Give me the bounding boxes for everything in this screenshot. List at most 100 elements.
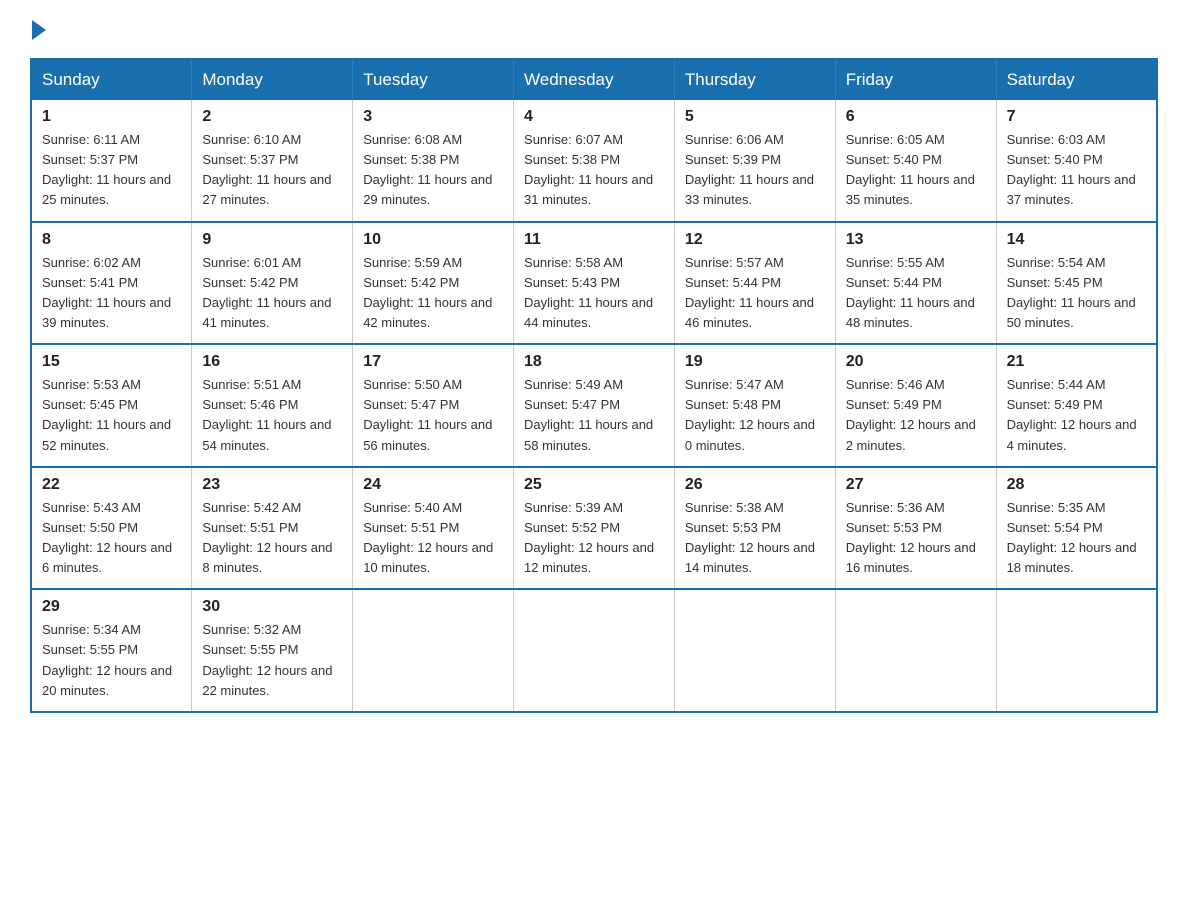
day-info: Sunrise: 5:53 AMSunset: 5:45 PMDaylight:… — [42, 375, 181, 456]
calendar-header-row: SundayMondayTuesdayWednesdayThursdayFrid… — [31, 59, 1157, 100]
calendar-cell — [835, 589, 996, 712]
calendar-cell: 3Sunrise: 6:08 AMSunset: 5:38 PMDaylight… — [353, 100, 514, 222]
day-info: Sunrise: 5:42 AMSunset: 5:51 PMDaylight:… — [202, 498, 342, 579]
day-info: Sunrise: 6:01 AMSunset: 5:42 PMDaylight:… — [202, 253, 342, 334]
calendar-cell: 1 Sunrise: 6:11 AMSunset: 5:37 PMDaylight… — [31, 100, 192, 222]
calendar-cell: 14 Sunrise: 5:54 AMSunset: 5:45 PMDayligh… — [996, 222, 1157, 345]
day-info: Sunrise: 5:34 AMSunset: 5:55 PMDaylight:… — [42, 620, 181, 701]
day-number: 11 — [524, 231, 664, 249]
day-info: Sunrise: 5:54 AMSunset: 5:45 PMDaylight:… — [1007, 253, 1146, 334]
day-info: Sunrise: 5:46 AMSunset: 5:49 PMDaylight:… — [846, 375, 986, 456]
calendar-week-row: 22 Sunrise: 5:43 AMSunset: 5:50 PMDayligh… — [31, 467, 1157, 590]
col-header-thursday: Thursday — [674, 59, 835, 100]
day-number: 28 — [1007, 476, 1146, 494]
day-info: Sunrise: 5:55 AMSunset: 5:44 PMDaylight:… — [846, 253, 986, 334]
day-info: Sunrise: 6:10 AMSunset: 5:37 PMDaylight:… — [202, 130, 342, 211]
col-header-tuesday: Tuesday — [353, 59, 514, 100]
calendar-cell: 13 Sunrise: 5:55 AMSunset: 5:44 PMDayligh… — [835, 222, 996, 345]
day-info: Sunrise: 5:51 AMSunset: 5:46 PMDaylight:… — [202, 375, 342, 456]
calendar-cell — [674, 589, 835, 712]
day-number: 24 — [363, 476, 503, 494]
day-info: Sunrise: 5:57 AMSunset: 5:44 PMDaylight:… — [685, 253, 825, 334]
day-number: 20 — [846, 353, 986, 371]
day-number: 9 — [202, 231, 342, 249]
col-header-sunday: Sunday — [31, 59, 192, 100]
day-info: Sunrise: 5:58 AMSunset: 5:43 PMDaylight:… — [524, 253, 664, 334]
calendar-cell: 10 Sunrise: 5:59 AMSunset: 5:42 PMDayligh… — [353, 222, 514, 345]
col-header-monday: Monday — [192, 59, 353, 100]
calendar-cell: 21 Sunrise: 5:44 AMSunset: 5:49 PMDayligh… — [996, 344, 1157, 467]
calendar-cell: 28 Sunrise: 5:35 AMSunset: 5:54 PMDayligh… — [996, 467, 1157, 590]
day-info: Sunrise: 5:47 AMSunset: 5:48 PMDaylight:… — [685, 375, 825, 456]
calendar-cell: 30Sunrise: 5:32 AMSunset: 5:55 PMDayligh… — [192, 589, 353, 712]
day-number: 5 — [685, 108, 825, 126]
calendar-cell: 18 Sunrise: 5:49 AMSunset: 5:47 PMDayligh… — [514, 344, 675, 467]
day-info: Sunrise: 5:39 AMSunset: 5:52 PMDaylight:… — [524, 498, 664, 579]
day-number: 27 — [846, 476, 986, 494]
day-info: Sunrise: 5:35 AMSunset: 5:54 PMDaylight:… — [1007, 498, 1146, 579]
logo-text — [30, 20, 48, 40]
day-info: Sunrise: 5:49 AMSunset: 5:47 PMDaylight:… — [524, 375, 664, 456]
day-number: 29 — [42, 598, 181, 616]
calendar-cell: 7Sunrise: 6:03 AMSunset: 5:40 PMDaylight… — [996, 100, 1157, 222]
calendar-cell: 29 Sunrise: 5:34 AMSunset: 5:55 PMDayligh… — [31, 589, 192, 712]
calendar-cell: 23 Sunrise: 5:42 AMSunset: 5:51 PMDayligh… — [192, 467, 353, 590]
calendar-cell — [996, 589, 1157, 712]
day-number: 14 — [1007, 231, 1146, 249]
day-number: 1 — [42, 108, 181, 126]
day-info: Sunrise: 5:43 AMSunset: 5:50 PMDaylight:… — [42, 498, 181, 579]
day-number: 15 — [42, 353, 181, 371]
day-number: 25 — [524, 476, 664, 494]
calendar-cell: 6 Sunrise: 6:05 AMSunset: 5:40 PMDaylight… — [835, 100, 996, 222]
day-number: 22 — [42, 476, 181, 494]
day-number: 6 — [846, 108, 986, 126]
day-info: Sunrise: 6:05 AMSunset: 5:40 PMDaylight:… — [846, 130, 986, 211]
day-info: Sunrise: 5:36 AMSunset: 5:53 PMDaylight:… — [846, 498, 986, 579]
day-number: 10 — [363, 231, 503, 249]
day-number: 12 — [685, 231, 825, 249]
calendar-cell: 9 Sunrise: 6:01 AMSunset: 5:42 PMDaylight… — [192, 222, 353, 345]
calendar-week-row: 15 Sunrise: 5:53 AMSunset: 5:45 PMDayligh… — [31, 344, 1157, 467]
day-info: Sunrise: 5:38 AMSunset: 5:53 PMDaylight:… — [685, 498, 825, 579]
col-header-friday: Friday — [835, 59, 996, 100]
day-info: Sunrise: 6:07 AMSunset: 5:38 PMDaylight:… — [524, 130, 664, 211]
logo — [30, 20, 48, 40]
calendar-cell — [514, 589, 675, 712]
calendar-cell: 24 Sunrise: 5:40 AMSunset: 5:51 PMDayligh… — [353, 467, 514, 590]
calendar-table: SundayMondayTuesdayWednesdayThursdayFrid… — [30, 58, 1158, 713]
day-info: Sunrise: 5:50 AMSunset: 5:47 PMDaylight:… — [363, 375, 503, 456]
day-info: Sunrise: 6:11 AMSunset: 5:37 PMDaylight:… — [42, 130, 181, 211]
day-number: 3 — [363, 108, 503, 126]
day-number: 16 — [202, 353, 342, 371]
calendar-cell: 17Sunrise: 5:50 AMSunset: 5:47 PMDayligh… — [353, 344, 514, 467]
page-header — [30, 20, 1158, 40]
calendar-cell: 16 Sunrise: 5:51 AMSunset: 5:46 PMDayligh… — [192, 344, 353, 467]
day-number: 13 — [846, 231, 986, 249]
col-header-saturday: Saturday — [996, 59, 1157, 100]
day-number: 18 — [524, 353, 664, 371]
day-number: 4 — [524, 108, 664, 126]
calendar-week-row: 29 Sunrise: 5:34 AMSunset: 5:55 PMDayligh… — [31, 589, 1157, 712]
calendar-cell: 25 Sunrise: 5:39 AMSunset: 5:52 PMDayligh… — [514, 467, 675, 590]
day-number: 19 — [685, 353, 825, 371]
day-info: Sunrise: 5:44 AMSunset: 5:49 PMDaylight:… — [1007, 375, 1146, 456]
day-info: Sunrise: 5:59 AMSunset: 5:42 PMDaylight:… — [363, 253, 503, 334]
calendar-cell: 12 Sunrise: 5:57 AMSunset: 5:44 PMDayligh… — [674, 222, 835, 345]
day-info: Sunrise: 6:06 AMSunset: 5:39 PMDaylight:… — [685, 130, 825, 211]
col-header-wednesday: Wednesday — [514, 59, 675, 100]
day-info: Sunrise: 5:32 AMSunset: 5:55 PMDaylight:… — [202, 620, 342, 701]
day-number: 2 — [202, 108, 342, 126]
day-number: 23 — [202, 476, 342, 494]
day-info: Sunrise: 5:40 AMSunset: 5:51 PMDaylight:… — [363, 498, 503, 579]
logo-arrow-icon — [32, 20, 46, 40]
calendar-cell: 20 Sunrise: 5:46 AMSunset: 5:49 PMDayligh… — [835, 344, 996, 467]
day-info: Sunrise: 6:03 AMSunset: 5:40 PMDaylight:… — [1007, 130, 1146, 211]
day-number: 21 — [1007, 353, 1146, 371]
day-number: 26 — [685, 476, 825, 494]
calendar-cell: 5 Sunrise: 6:06 AMSunset: 5:39 PMDaylight… — [674, 100, 835, 222]
calendar-week-row: 1 Sunrise: 6:11 AMSunset: 5:37 PMDaylight… — [31, 100, 1157, 222]
calendar-week-row: 8Sunrise: 6:02 AMSunset: 5:41 PMDaylight… — [31, 222, 1157, 345]
day-number: 8 — [42, 231, 181, 249]
calendar-cell — [353, 589, 514, 712]
calendar-cell: 4 Sunrise: 6:07 AMSunset: 5:38 PMDaylight… — [514, 100, 675, 222]
